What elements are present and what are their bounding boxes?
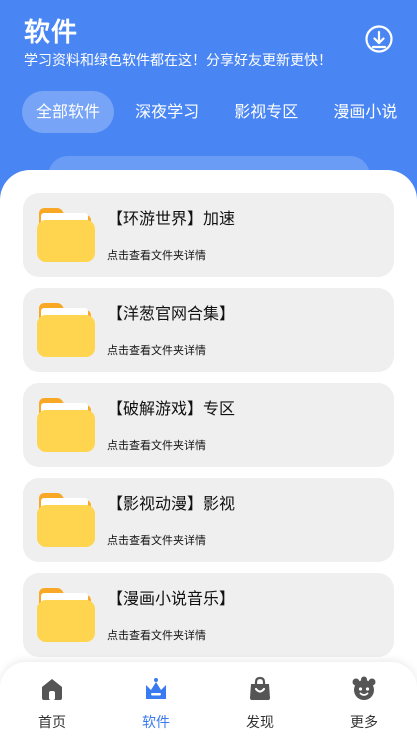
folder-title: 【洋葱官网合集】 bbox=[107, 304, 236, 323]
tab-comics-novels[interactable]: 漫画小说 bbox=[319, 91, 411, 133]
tab-late-night-study[interactable]: 深夜学习 bbox=[121, 91, 213, 133]
folder-card[interactable]: 【影视动漫】影视 点击查看文件夹详情 bbox=[23, 478, 394, 562]
more-face-icon bbox=[352, 676, 376, 700]
folder-icon bbox=[37, 493, 95, 547]
nav-more[interactable]: 更多 bbox=[312, 662, 416, 741]
folder-icon bbox=[37, 398, 95, 452]
page-title: 软件 bbox=[24, 18, 79, 48]
nav-software[interactable]: 软件 bbox=[104, 662, 208, 741]
folder-description: 点击查看文件夹详情 bbox=[107, 629, 206, 642]
folder-description: 点击查看文件夹详情 bbox=[107, 249, 206, 262]
page-subtitle: 学习资料和绿色软件都在这！分享好友更新更快！ bbox=[24, 53, 332, 69]
folder-card[interactable]: 【环游世界】加速 点击查看文件夹详情 bbox=[23, 193, 394, 277]
folder-title: 【破解游戏】专区 bbox=[107, 399, 236, 418]
bottom-nav: 首页 软件 发现 更多 bbox=[0, 662, 417, 741]
folder-icon bbox=[37, 588, 95, 642]
folder-icon bbox=[37, 303, 95, 357]
folder-list-panel: 【环游世界】加速 点击查看文件夹详情 【洋葱官网合集】 点击查看文件夹详情 【破… bbox=[0, 170, 417, 741]
folder-description: 点击查看文件夹详情 bbox=[107, 439, 206, 452]
download-button[interactable] bbox=[364, 24, 394, 54]
nav-home[interactable]: 首页 bbox=[0, 662, 104, 741]
shopping-bag-icon bbox=[250, 676, 270, 700]
folder-card[interactable]: 【洋葱官网合集】 点击查看文件夹详情 bbox=[23, 288, 394, 372]
folder-description: 点击查看文件夹详情 bbox=[107, 344, 206, 357]
nav-software-label: 软件 bbox=[142, 715, 170, 731]
tab-all-software[interactable]: 全部软件 bbox=[22, 91, 115, 133]
folder-icon bbox=[37, 208, 95, 262]
folder-title: 【环游世界】加速 bbox=[107, 209, 236, 228]
tab-video-zone[interactable]: 影视专区 bbox=[220, 91, 312, 133]
crown-icon bbox=[146, 678, 166, 699]
folder-card[interactable]: 【破解游戏】专区 点击查看文件夹详情 bbox=[23, 383, 394, 467]
folder-title: 【影视动漫】影视 bbox=[107, 494, 236, 513]
nav-home-label: 首页 bbox=[38, 715, 66, 731]
category-tabs: 全部软件 深夜学习 影视专区 漫画小说 破 bbox=[22, 91, 417, 133]
nav-discover[interactable]: 发现 bbox=[208, 662, 312, 741]
folder-card[interactable]: 【漫画小说音乐】 点击查看文件夹详情 bbox=[23, 573, 394, 657]
folder-description: 点击查看文件夹详情 bbox=[107, 534, 206, 547]
home-icon bbox=[42, 679, 62, 700]
nav-more-label: 更多 bbox=[350, 715, 378, 731]
nav-discover-label: 发现 bbox=[246, 715, 274, 731]
folder-title: 【漫画小说音乐】 bbox=[107, 589, 236, 608]
download-icon bbox=[365, 25, 393, 53]
